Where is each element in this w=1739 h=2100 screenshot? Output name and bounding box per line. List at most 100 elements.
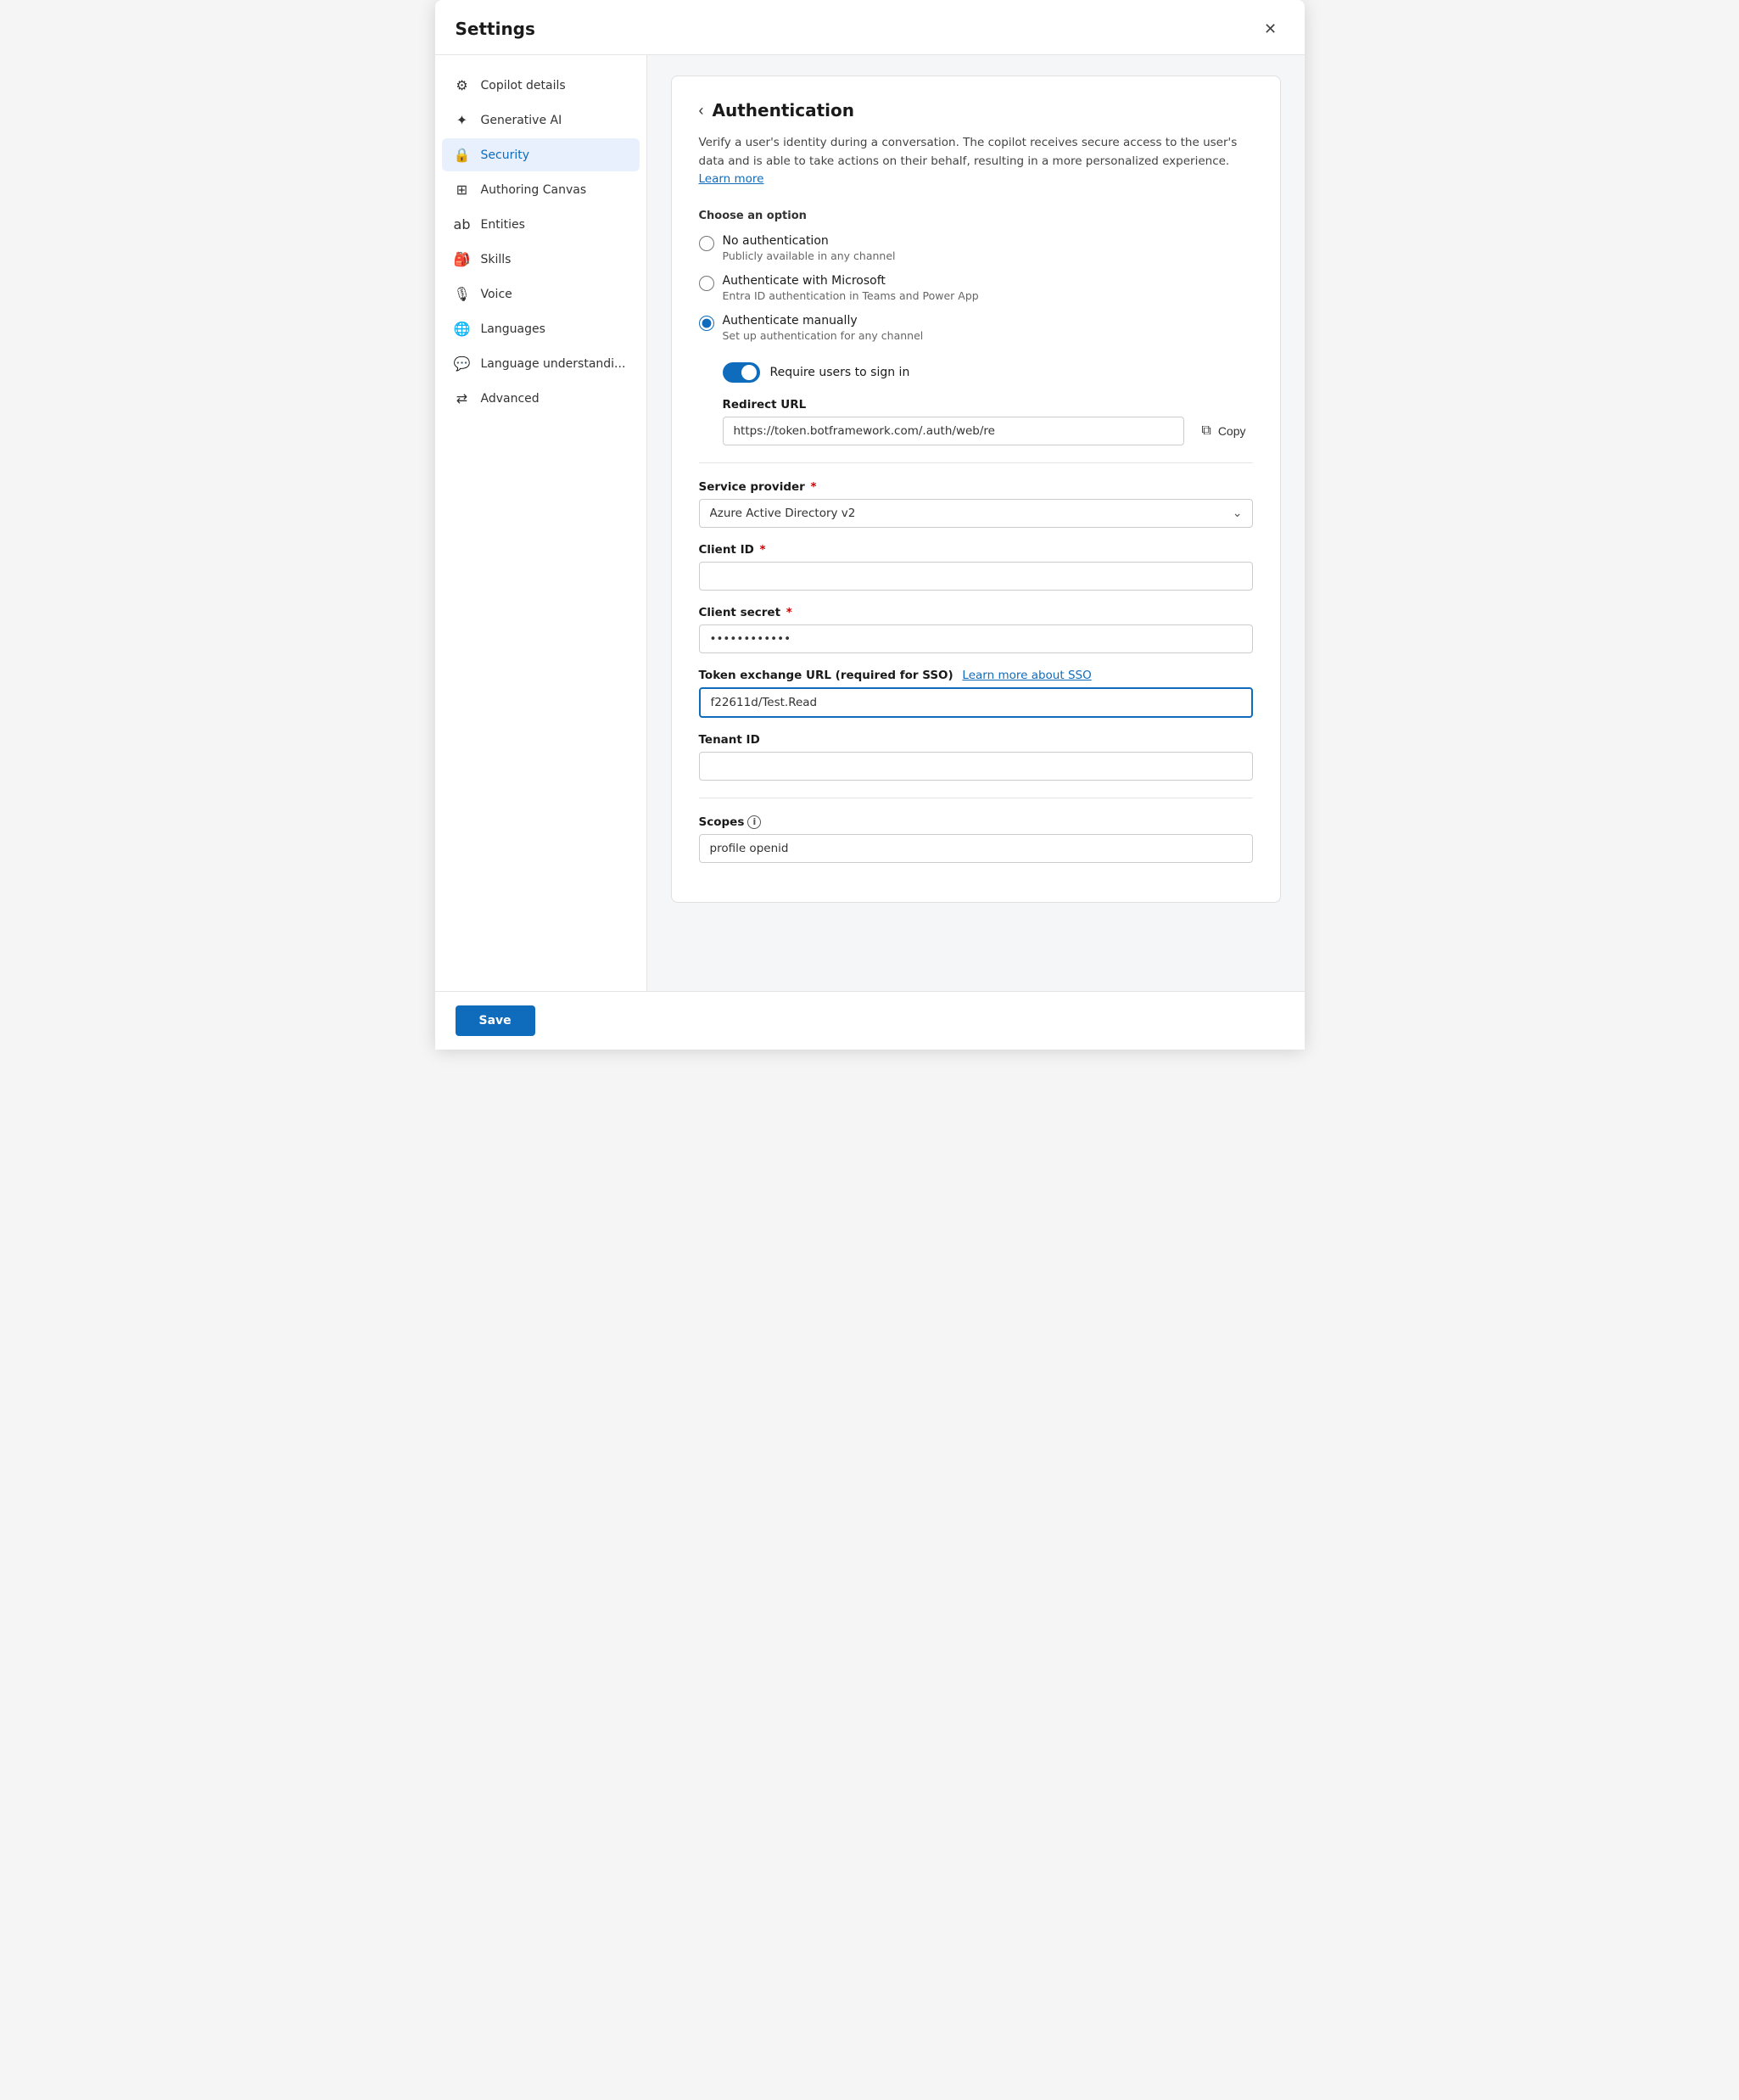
- sidebar-label-generative-ai: Generative AI: [481, 114, 562, 127]
- sidebar-item-generative-ai[interactable]: ✦ Generative AI: [442, 104, 640, 137]
- sidebar-item-languages[interactable]: 🌐 Languages: [442, 312, 640, 345]
- client-id-input[interactable]: [699, 562, 1253, 591]
- sidebar-item-language-understanding[interactable]: 💬 Language understandi...: [442, 347, 640, 380]
- client-secret-input[interactable]: [699, 624, 1253, 653]
- sidebar-item-copilot-details[interactable]: ⚙ Copilot details: [442, 69, 640, 102]
- content-area: ‹ Authentication Verify a user's identit…: [647, 55, 1305, 991]
- client-id-required: *: [760, 543, 766, 557]
- copy-button[interactable]: ⧉ Copy: [1194, 418, 1252, 444]
- scopes-label: Scopes i: [699, 815, 1253, 829]
- sidebar-label-security: Security: [481, 148, 530, 162]
- sidebar-label-advanced: Advanced: [481, 392, 540, 406]
- manual-auth-label: Authenticate manually: [723, 314, 924, 328]
- choose-option-label: Choose an option: [699, 210, 1253, 222]
- tenant-id-label: Tenant ID: [699, 733, 1253, 747]
- scopes-info-icon[interactable]: i: [747, 815, 761, 829]
- copy-icon: ⧉: [1201, 423, 1211, 439]
- main-layout: ⚙ Copilot details ✦ Generative AI 🔒 Secu…: [435, 55, 1305, 991]
- auth-header: ‹ Authentication: [699, 100, 1253, 120]
- sidebar: ⚙ Copilot details ✦ Generative AI 🔒 Secu…: [435, 55, 647, 991]
- toggle-slider: [723, 362, 760, 383]
- client-id-label: Client ID *: [699, 543, 1253, 557]
- window-title: Settings: [456, 19, 535, 39]
- auth-title: Authentication: [713, 100, 854, 120]
- auth-description-text: Verify a user's identity during a conver…: [699, 136, 1238, 168]
- radio-option-no-auth[interactable]: No authentication Publicly available in …: [699, 234, 1253, 262]
- service-provider-required: *: [811, 480, 817, 494]
- require-signin-toggle[interactable]: [723, 362, 760, 383]
- token-learn-label: Learn more about SSO: [962, 669, 1091, 682]
- service-provider-select[interactable]: Azure Active Directory v2 Generic OAuth …: [699, 499, 1253, 528]
- sidebar-icon-language-understanding: 💬: [454, 356, 471, 372]
- redirect-url-input[interactable]: [723, 417, 1185, 445]
- sidebar-label-language-understanding: Language understandi...: [481, 357, 626, 371]
- sidebar-icon-skills: 🎒: [454, 251, 471, 267]
- settings-window: Settings ✕ ⚙ Copilot details ✦ Generativ…: [435, 0, 1305, 1050]
- manual-auth-section: Require users to sign in Redirect URL ⧉ …: [723, 362, 1253, 445]
- token-exchange-label-text: Token exchange URL (required for SSO): [699, 669, 953, 682]
- client-secret-required: *: [786, 606, 792, 619]
- footer-bar: Save: [435, 991, 1305, 1050]
- sidebar-icon-advanced: ⇄: [454, 390, 471, 406]
- auth-description: Verify a user's identity during a conver…: [699, 134, 1253, 189]
- radio-no-auth[interactable]: [699, 236, 714, 251]
- radio-option-manual[interactable]: Authenticate manually Set up authenticat…: [699, 314, 1253, 342]
- toggle-label: Require users to sign in: [770, 366, 910, 379]
- redirect-url-label: Redirect URL: [723, 398, 1253, 412]
- sidebar-item-skills[interactable]: 🎒 Skills: [442, 243, 640, 276]
- scopes-input[interactable]: [699, 834, 1253, 863]
- token-exchange-label: Token exchange URL (required for SSO) Le…: [699, 669, 1253, 682]
- sidebar-item-authoring-canvas[interactable]: ⊞ Authoring Canvas: [442, 173, 640, 206]
- close-button[interactable]: ✕: [1257, 15, 1284, 42]
- auth-card: ‹ Authentication Verify a user's identit…: [671, 76, 1281, 903]
- sidebar-icon-entities: ab: [454, 216, 471, 232]
- sidebar-icon-security: 🔒: [454, 147, 471, 163]
- token-exchange-field-group: Token exchange URL (required for SSO) Le…: [699, 669, 1253, 718]
- no-auth-label: No authentication: [723, 234, 896, 248]
- divider-1: [699, 462, 1253, 463]
- radio-microsoft[interactable]: [699, 276, 714, 291]
- scopes-field-group: Scopes i: [699, 815, 1253, 863]
- sidebar-label-languages: Languages: [481, 322, 545, 336]
- scopes-label-text: Scopes: [699, 815, 745, 829]
- client-secret-label-text: Client secret: [699, 606, 781, 619]
- sidebar-label-entities: Entities: [481, 218, 525, 232]
- manual-auth-sublabel: Set up authentication for any channel: [723, 329, 924, 342]
- radio-option-microsoft[interactable]: Authenticate with Microsoft Entra ID aut…: [699, 274, 1253, 302]
- microsoft-auth-sublabel: Entra ID authentication in Teams and Pow…: [723, 289, 979, 302]
- service-provider-label-text: Service provider: [699, 480, 805, 494]
- sidebar-item-voice[interactable]: 🎙 Voice: [442, 277, 640, 311]
- sidebar-icon-voice: 🎙: [454, 286, 471, 302]
- sidebar-item-entities[interactable]: ab Entities: [442, 208, 640, 241]
- copy-label: Copy: [1218, 424, 1246, 438]
- microsoft-auth-label: Authenticate with Microsoft: [723, 274, 979, 288]
- sidebar-item-security[interactable]: 🔒 Security: [442, 138, 640, 171]
- tenant-id-field-group: Tenant ID: [699, 733, 1253, 781]
- client-secret-label: Client secret *: [699, 606, 1253, 619]
- service-provider-label: Service provider *: [699, 480, 1253, 494]
- sidebar-item-advanced[interactable]: ⇄ Advanced: [442, 382, 640, 415]
- service-provider-field-group: Service provider * Azure Active Director…: [699, 480, 1253, 528]
- tenant-id-input[interactable]: [699, 752, 1253, 781]
- sidebar-icon-languages: 🌐: [454, 321, 471, 337]
- sidebar-label-copilot-details: Copilot details: [481, 79, 566, 92]
- learn-more-link[interactable]: Learn more: [699, 172, 764, 186]
- radio-manual[interactable]: [699, 316, 714, 331]
- back-button[interactable]: ‹: [699, 102, 704, 120]
- sidebar-label-authoring-canvas: Authoring Canvas: [481, 183, 587, 197]
- sidebar-label-skills: Skills: [481, 253, 512, 266]
- sidebar-icon-copilot-details: ⚙: [454, 77, 471, 93]
- scopes-label-wrapper: Scopes i: [699, 815, 762, 829]
- redirect-url-field-group: Redirect URL ⧉ Copy: [723, 398, 1253, 445]
- token-learn-more-link[interactable]: Learn more about SSO: [962, 669, 1091, 682]
- save-button[interactable]: Save: [456, 1005, 535, 1036]
- title-bar: Settings ✕: [435, 0, 1305, 55]
- sidebar-icon-authoring-canvas: ⊞: [454, 182, 471, 198]
- redirect-url-row: ⧉ Copy: [723, 417, 1253, 445]
- client-secret-field-group: Client secret *: [699, 606, 1253, 653]
- no-auth-sublabel: Publicly available in any channel: [723, 249, 896, 262]
- toggle-row: Require users to sign in: [723, 362, 1253, 383]
- sidebar-label-voice: Voice: [481, 288, 512, 301]
- service-provider-dropdown-wrapper: Azure Active Directory v2 Generic OAuth …: [699, 499, 1253, 528]
- token-exchange-input[interactable]: [699, 687, 1253, 718]
